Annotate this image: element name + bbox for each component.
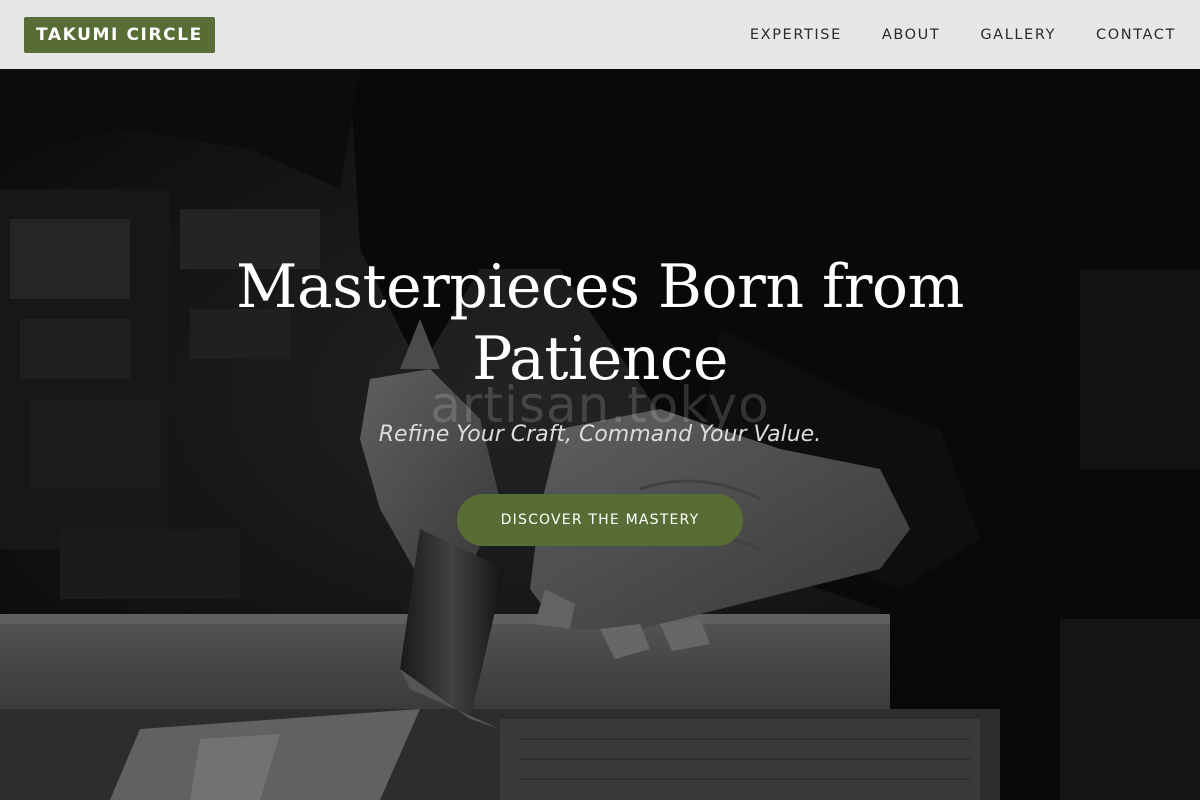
nav-link-about[interactable]: ABOUT: [882, 27, 941, 43]
hero-section: artisan.tokyo Masterpieces Born from Pat…: [0, 69, 1200, 800]
hero-subtitle: Refine Your Craft, Command Your Value.: [378, 422, 822, 447]
nav-link-contact[interactable]: CONTACT: [1096, 27, 1176, 43]
nav-link-gallery[interactable]: GALLERY: [980, 27, 1056, 43]
hero-title-line-1: Masterpieces Born from: [236, 252, 964, 322]
nav-link-expertise[interactable]: EXPERTISE: [750, 27, 842, 43]
discover-mastery-button[interactable]: DISCOVER THE MASTERY: [457, 494, 743, 546]
page: TAKUMI CIRCLE EXPERTISE ABOUT GALLERY CO…: [0, 0, 1200, 800]
main-nav: EXPERTISE ABOUT GALLERY CONTACT: [750, 27, 1176, 43]
hero-title-line-2: Patience: [471, 324, 729, 394]
site-header: TAKUMI CIRCLE EXPERTISE ABOUT GALLERY CO…: [0, 0, 1200, 69]
hero-title: Masterpieces Born from Patience: [100, 251, 1100, 395]
logo[interactable]: TAKUMI CIRCLE: [24, 16, 215, 53]
